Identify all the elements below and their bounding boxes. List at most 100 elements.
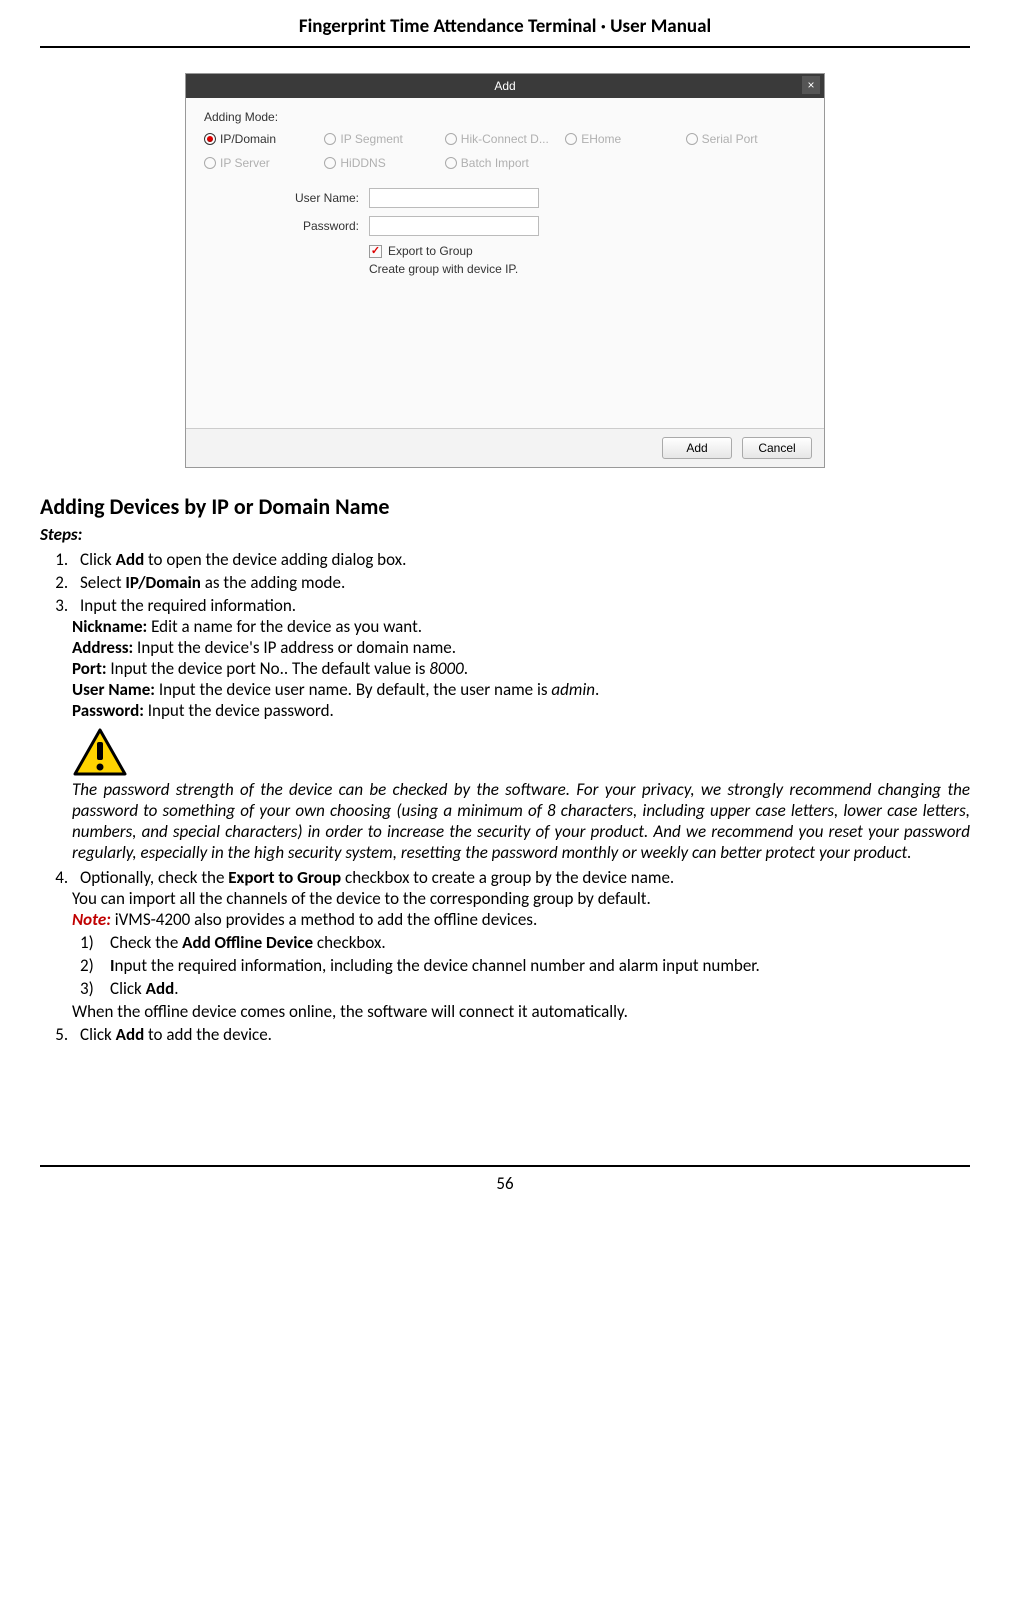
radio-label: Serial Port xyxy=(702,132,758,146)
text: . xyxy=(595,679,599,700)
warning-icon xyxy=(72,727,970,777)
section-title: Adding Devices by IP or Domain Name xyxy=(40,493,970,520)
radio-ip-domain[interactable]: IP/Domain xyxy=(204,132,324,146)
password-line: Password: Input the device password. xyxy=(72,700,970,721)
step-3: Input the required information. Nickname… xyxy=(72,595,970,863)
steps-label: Steps: xyxy=(40,524,970,545)
username-input[interactable] xyxy=(369,188,539,208)
radio-label: HiDDNS xyxy=(340,156,385,170)
num: 2) xyxy=(80,955,110,976)
text: . xyxy=(464,658,468,679)
radio-label: IP Server xyxy=(220,156,270,170)
radio-label: EHome xyxy=(581,132,621,146)
warning-text: The password strength of the device can … xyxy=(72,779,970,863)
radio-batch-import[interactable]: Batch Import xyxy=(445,156,565,170)
radio-hiddns[interactable]: HiDDNS xyxy=(324,156,444,170)
num: 1) xyxy=(80,932,110,953)
text: nput the required information, including… xyxy=(115,955,760,976)
text: to add the device. xyxy=(144,1024,272,1045)
text: checkbox to create a group by the device… xyxy=(341,867,674,888)
text: iVMS-4200 also provides a method to add … xyxy=(111,909,537,930)
adding-mode-label: Adding Mode: xyxy=(204,110,806,124)
radio-icon xyxy=(324,157,336,169)
export-label: Export to Group xyxy=(388,244,473,258)
radio-label: Batch Import xyxy=(461,156,529,170)
step4-last: When the offline device comes online, th… xyxy=(72,1001,970,1022)
radio-icon xyxy=(686,133,698,145)
dialog-footer: Add Cancel xyxy=(186,428,824,467)
bold: IP/Domain xyxy=(125,572,201,593)
radio-icon xyxy=(565,133,577,145)
sub-steps: 1)Check the Add Offline Device checkbox.… xyxy=(80,932,970,999)
text: Input the required information. xyxy=(80,595,296,616)
text: Click xyxy=(80,1024,116,1045)
username-label: User Name: xyxy=(259,191,369,205)
export-to-group-checkbox[interactable]: ✓ Export to Group xyxy=(369,244,806,258)
radio-hik-connect[interactable]: Hik-Connect D... xyxy=(445,132,565,146)
bold: User Name: xyxy=(72,679,155,700)
text: Select xyxy=(80,572,125,593)
helper-text: Create group with device IP. xyxy=(369,262,806,276)
bold: Add Offline Device xyxy=(182,932,313,953)
add-button[interactable]: Add xyxy=(662,437,732,459)
step-1: Click Add to open the device adding dial… xyxy=(72,549,970,570)
page-header: Fingerprint Time Attendance Terminal · U… xyxy=(40,0,970,48)
dialog-title: Add xyxy=(494,79,515,93)
steps-list: Click Add to open the device adding dial… xyxy=(40,549,970,1045)
radio-label: IP Segment xyxy=(340,132,402,146)
bold: Password: xyxy=(72,700,144,721)
bold: Export to Group xyxy=(228,867,341,888)
text: Optionally, check the xyxy=(80,867,228,888)
substep-2: 2)Input the required information, includ… xyxy=(80,955,970,976)
bold: Add xyxy=(146,978,175,999)
text: Input the device port No.. The default v… xyxy=(107,658,430,679)
radio-icon xyxy=(445,157,457,169)
dialog-titlebar: Add × xyxy=(186,74,824,98)
address-line: Address: Input the device's IP address o… xyxy=(72,637,970,658)
radio-icon xyxy=(324,133,336,145)
step-4: Optionally, check the Export to Group ch… xyxy=(72,867,970,1022)
username-row: User Name: xyxy=(204,188,806,208)
text: Input the device user name. By default, … xyxy=(155,679,551,700)
radio-icon xyxy=(204,133,216,145)
num: 3) xyxy=(80,978,110,999)
port-line: Port: Input the device port No.. The def… xyxy=(72,658,970,679)
username-line: User Name: Input the device user name. B… xyxy=(72,679,970,700)
password-label: Password: xyxy=(259,219,369,233)
radio-ip-segment[interactable]: IP Segment xyxy=(324,132,444,146)
bold: Address: xyxy=(72,637,133,658)
bold: Add xyxy=(116,549,145,570)
bold: Nickname: xyxy=(72,616,147,637)
bold: Port: xyxy=(72,658,107,679)
text: to open the device adding dialog box. xyxy=(144,549,406,570)
step-5: Click Add to add the device. xyxy=(72,1024,970,1045)
page-number: 56 xyxy=(40,1165,970,1194)
radio-ehome[interactable]: EHome xyxy=(565,132,685,146)
substep-3: 3)Click Add. xyxy=(80,978,970,999)
radio-icon xyxy=(445,133,457,145)
note-label: Note: xyxy=(72,909,111,930)
italic: 8000 xyxy=(429,658,463,679)
radio-serial-port[interactable]: Serial Port xyxy=(686,132,806,146)
bold: Add xyxy=(116,1024,145,1045)
note-line: Note: iVMS-4200 also provides a method t… xyxy=(72,909,970,930)
adding-mode-radios: IP/Domain IP Segment Hik-Connect D... EH… xyxy=(204,132,806,170)
password-row: Password: xyxy=(204,216,806,236)
nickname-line: Nickname: Edit a name for the device as … xyxy=(72,616,970,637)
add-dialog: Add × Adding Mode: IP/Domain IP Segment xyxy=(185,73,825,468)
text: Click xyxy=(80,549,116,570)
text: checkbox. xyxy=(313,932,386,953)
cancel-button[interactable]: Cancel xyxy=(742,437,812,459)
text: Click xyxy=(110,978,146,999)
radio-ip-server[interactable]: IP Server xyxy=(204,156,324,170)
step-2: Select IP/Domain as the adding mode. xyxy=(72,572,970,593)
radio-icon xyxy=(204,157,216,169)
dialog-body: Adding Mode: IP/Domain IP Segment Hik-Co… xyxy=(186,98,824,428)
checkmark-icon: ✓ xyxy=(369,245,382,258)
password-input[interactable] xyxy=(369,216,539,236)
italic: admin xyxy=(551,679,595,700)
close-icon[interactable]: × xyxy=(802,76,820,94)
text: as the adding mode. xyxy=(201,572,345,593)
text: Check the xyxy=(110,932,182,953)
radio-label: IP/Domain xyxy=(220,132,276,146)
